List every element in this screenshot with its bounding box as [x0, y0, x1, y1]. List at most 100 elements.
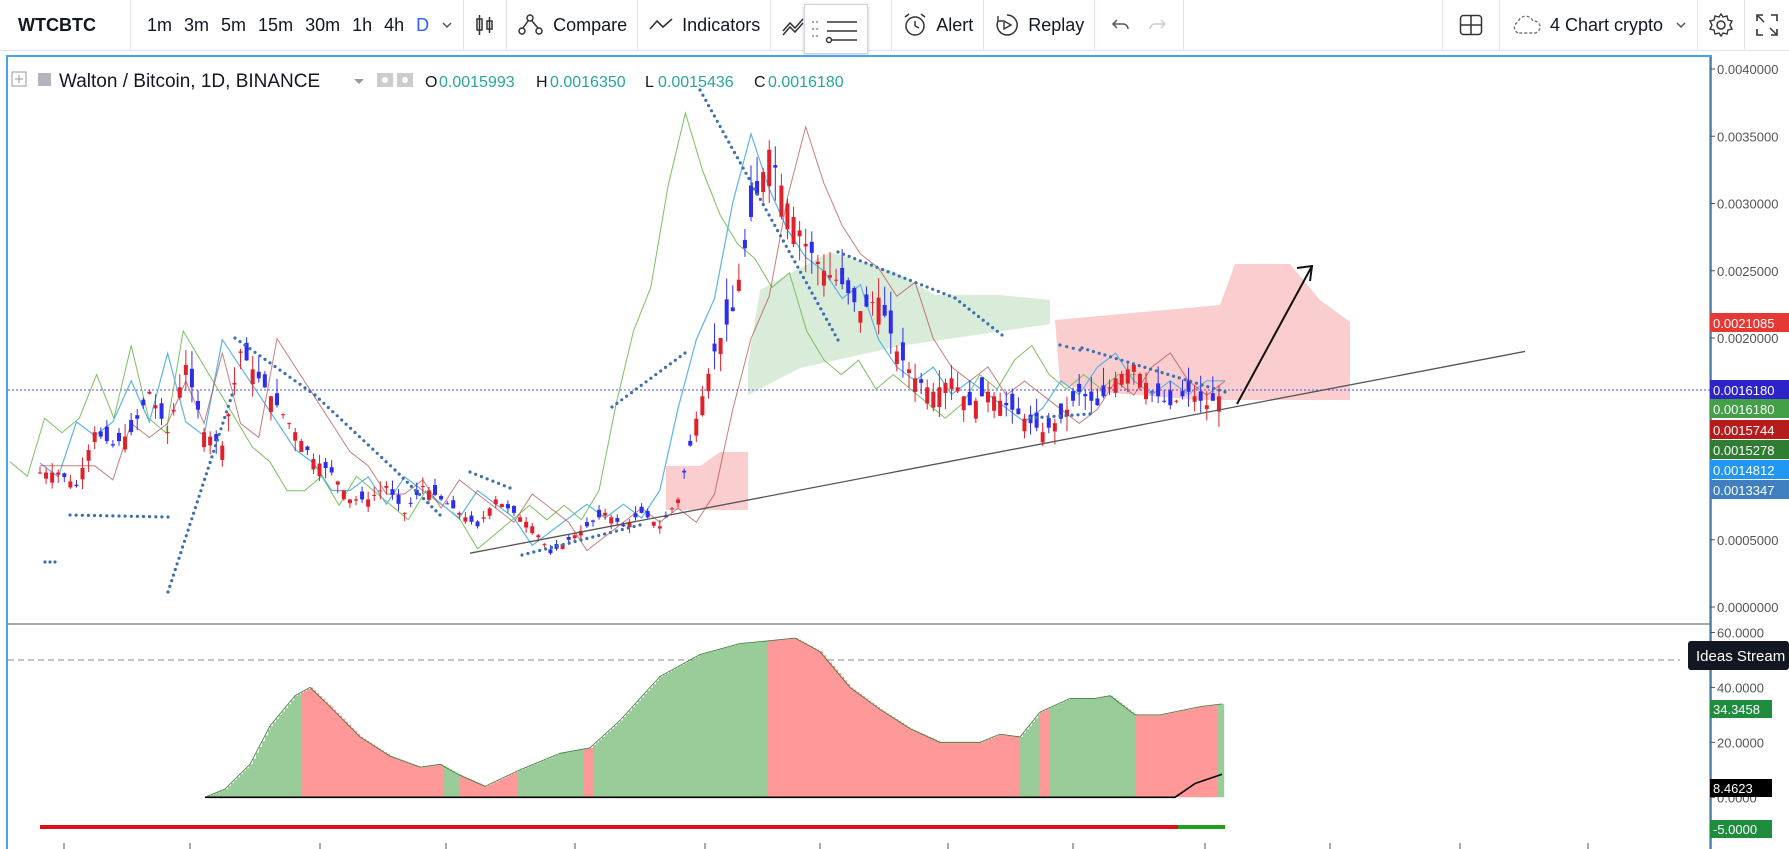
- chart-canvas[interactable]: 0.0040000 0.0035000 0.0030000 0.0025000 0.00…: [0, 0, 1789, 849]
- candle-body: [68, 481, 73, 488]
- osc-histogram-bar: [301, 692, 305, 798]
- osc-histogram-bar: [556, 754, 560, 798]
- osc-histogram-bar: [969, 742, 973, 798]
- oscillator-pane[interactable]: [8, 637, 1680, 829]
- sar-dot: [175, 562, 179, 566]
- sar-dot: [730, 145, 734, 149]
- osc-histogram-bar: [411, 763, 415, 798]
- osc-histogram-bar: [319, 696, 323, 798]
- osc-histogram-bar: [1221, 704, 1225, 798]
- osc-histogram-bar: [1067, 699, 1071, 798]
- sar-dot: [283, 372, 287, 376]
- sar-dot: [824, 317, 829, 321]
- osc-histogram-bar: [761, 641, 765, 798]
- sar-dot: [1160, 371, 1164, 375]
- sar-dot: [303, 386, 307, 390]
- osc-histogram-bar: [1035, 718, 1039, 798]
- osc-tag-label: -5.0000: [1713, 822, 1757, 837]
- osc-histogram-bar: [644, 694, 648, 798]
- legend-expand-icon[interactable]: [11, 71, 27, 87]
- osc-histogram-bar: [832, 665, 836, 798]
- time-axis[interactable]: [63, 843, 1589, 849]
- price-tick-label: 0.0030000: [1717, 197, 1778, 212]
- gear-icon[interactable]: [397, 73, 413, 87]
- candle-body: [548, 549, 553, 554]
- osc-histogram-bar: [387, 754, 391, 798]
- ideas-stream-button[interactable]: Ideas Stream: [1688, 641, 1789, 670]
- price-tag-label: 0.0015278: [1713, 443, 1774, 458]
- candle-body: [992, 396, 997, 411]
- sar-dot: [816, 301, 820, 306]
- osc-histogram-bar: [693, 658, 697, 798]
- osc-histogram-bar: [767, 641, 771, 798]
- sar-dot: [920, 283, 924, 287]
- osc-histogram-bar: [810, 646, 814, 798]
- candle-body: [621, 524, 626, 527]
- osc-histogram-bar: [611, 728, 615, 798]
- sar-dot: [738, 161, 742, 165]
- candle-body: [828, 275, 832, 278]
- osc-histogram-bar: [310, 687, 314, 798]
- sar-dot: [335, 414, 339, 418]
- candle-body: [718, 338, 723, 355]
- sar-dot: [160, 515, 164, 519]
- sar-dot: [401, 476, 405, 480]
- candle-body: [967, 391, 972, 406]
- sar-dot: [532, 550, 536, 554]
- candle-body: [1162, 400, 1167, 402]
- sar-dot: [317, 397, 321, 401]
- candle-body: [1113, 378, 1118, 393]
- osc-histogram-bar: [895, 719, 899, 798]
- osc-histogram-bar: [256, 752, 260, 798]
- price-pane[interactable]: [8, 88, 1710, 594]
- sar-dot: [1097, 351, 1101, 355]
- sar-dot: [1052, 414, 1056, 418]
- osc-histogram-bar: [1125, 707, 1129, 798]
- osc-histogram-bar: [572, 751, 576, 798]
- osc-histogram-bar: [366, 740, 370, 798]
- ideas-stream-label: Ideas Stream: [1696, 648, 1785, 665]
- price-axis[interactable]: 0.0040000 0.0035000 0.0030000 0.0025000 0.00…: [1710, 62, 1789, 615]
- candle-body: [250, 369, 255, 385]
- sar-dot: [755, 192, 760, 196]
- sar-dot: [344, 422, 348, 426]
- sar-dot: [654, 373, 658, 377]
- osc-histogram-bar: [804, 642, 808, 798]
- legend-chevron-down-icon[interactable]: [354, 79, 364, 84]
- sar-dot: [761, 203, 765, 207]
- osc-histogram-bar: [1144, 714, 1148, 798]
- candle-body: [998, 400, 1003, 416]
- eye-icon[interactable]: [377, 73, 393, 87]
- sar-dot: [243, 343, 247, 347]
- osc-histogram-bar: [862, 696, 866, 798]
- candle-body: [287, 423, 292, 425]
- osc-histogram-bar: [342, 718, 346, 798]
- osc-histogram-bar: [1212, 705, 1216, 798]
- osc-histogram-bar: [1138, 714, 1142, 798]
- osc-histogram-bar: [372, 744, 376, 798]
- candle-body: [712, 343, 717, 352]
- osc-histogram-bar: [1085, 698, 1089, 798]
- sar-dot: [793, 260, 797, 264]
- osc-histogram-bar: [901, 722, 905, 798]
- osc-histogram-bar: [1055, 705, 1059, 798]
- sar-dot: [995, 329, 999, 333]
- osc-histogram-bar: [1101, 697, 1105, 798]
- osc-histogram-bar: [1095, 698, 1099, 798]
- osc-histogram-bar: [681, 664, 685, 798]
- sar-dot: [148, 515, 152, 519]
- sar-dot: [936, 289, 940, 293]
- osc-histogram-bar: [785, 639, 789, 798]
- osc-histogram-bar: [656, 680, 660, 798]
- legend-title[interactable]: Walton / Bitcoin, 1D, BINANCE: [59, 71, 320, 92]
- osc-histogram-bar: [547, 758, 551, 798]
- candle-body: [463, 517, 468, 522]
- candle-body: [986, 391, 990, 403]
- sar-dot: [1177, 376, 1181, 380]
- osc-histogram-bar: [449, 769, 453, 798]
- sar-dot: [620, 398, 624, 402]
- ohlc-low-label: L: [645, 74, 654, 91]
- candle-body: [797, 230, 802, 237]
- osc-histogram-bar: [1181, 710, 1185, 798]
- sar-dot: [942, 292, 946, 296]
